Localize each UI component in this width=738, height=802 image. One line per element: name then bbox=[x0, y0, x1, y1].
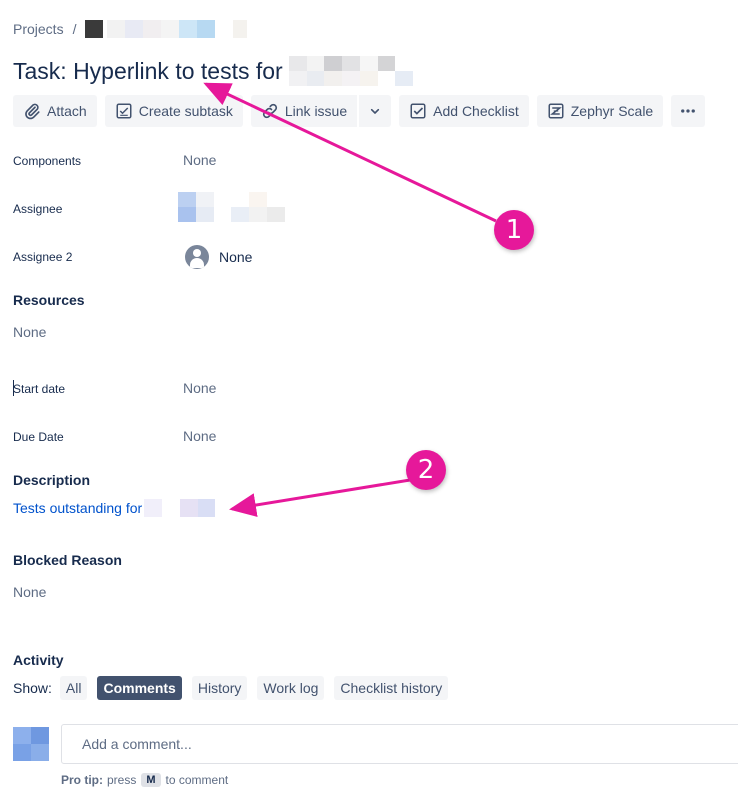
issue-title[interactable]: Task: Hyperlink to tests for bbox=[13, 56, 414, 86]
create-subtask-button[interactable]: Create subtask bbox=[104, 95, 243, 127]
comment-protip: Pro tip: press M to comment bbox=[61, 773, 228, 787]
breadcrumb-issue-key-redacted[interactable] bbox=[107, 20, 248, 38]
activity-filter-history[interactable]: History bbox=[191, 676, 248, 700]
add-checklist-label: Add Checklist bbox=[433, 103, 519, 119]
description-link[interactable]: Tests outstanding for bbox=[13, 499, 216, 517]
activity-filter-all[interactable]: All bbox=[59, 676, 88, 700]
zephyr-scale-button[interactable]: Zephyr Scale bbox=[536, 95, 664, 127]
link-issue-button[interactable]: Link issue bbox=[250, 95, 358, 127]
assignee-2-label: Assignee 2 bbox=[13, 250, 73, 264]
current-user-avatar bbox=[13, 727, 49, 761]
components-label: Components bbox=[13, 154, 82, 168]
issue-title-redacted bbox=[288, 56, 414, 86]
breadcrumb-separator: / bbox=[72, 21, 77, 37]
subtask-icon bbox=[116, 103, 132, 119]
activity-filter-checklist-history[interactable]: Checklist history bbox=[334, 676, 449, 700]
blocked-reason-value[interactable]: None bbox=[13, 584, 46, 600]
protip-bold: Pro tip: bbox=[61, 773, 103, 787]
issue-toolbar: Attach Create subtask Link issue Add Che… bbox=[13, 95, 713, 127]
components-value[interactable]: None bbox=[183, 152, 216, 168]
annotation-callout-1: 1 bbox=[494, 210, 534, 250]
description-link-text: Tests outstanding for bbox=[13, 500, 143, 516]
link-icon bbox=[262, 103, 277, 119]
protip-pre: press bbox=[107, 773, 137, 787]
assignee-2-value: None bbox=[219, 249, 253, 265]
activity-filter-row: Show: All Comments History Work log Chec… bbox=[13, 676, 458, 700]
assignee-label: Assignee bbox=[13, 202, 63, 216]
blocked-reason-heading: Blocked Reason bbox=[13, 552, 122, 568]
assignee-value-redacted[interactable] bbox=[178, 192, 303, 222]
project-avatar[interactable] bbox=[85, 20, 104, 38]
add-comment-input[interactable]: Add a comment... bbox=[61, 724, 738, 764]
description-heading: Description bbox=[13, 472, 91, 488]
resources-heading: Resources bbox=[13, 292, 85, 308]
more-icon bbox=[681, 109, 696, 113]
add-checklist-button[interactable]: Add Checklist bbox=[399, 95, 529, 127]
annotation-arrow-2 bbox=[229, 478, 411, 517]
assignee-2-field[interactable]: None bbox=[185, 245, 252, 269]
user-avatar-icon bbox=[185, 245, 209, 269]
issue-title-text: Task: Hyperlink to tests for bbox=[13, 57, 283, 84]
due-date-label: Due Date bbox=[13, 430, 64, 444]
breadcrumb-projects-link[interactable]: Projects bbox=[13, 21, 64, 37]
activity-filter-work-log[interactable]: Work log bbox=[257, 676, 325, 700]
resources-value[interactable]: None bbox=[13, 324, 46, 340]
keyboard-shortcut-key: M bbox=[141, 773, 161, 787]
activity-heading: Activity bbox=[13, 652, 64, 668]
due-date-value[interactable]: None bbox=[183, 428, 216, 444]
chevron-down-icon bbox=[371, 108, 380, 114]
description-link-redacted bbox=[144, 499, 216, 517]
link-issue-dropdown-button[interactable] bbox=[359, 95, 392, 127]
breadcrumb: Projects / bbox=[13, 20, 248, 38]
activity-filter-comments[interactable]: Comments bbox=[97, 676, 182, 700]
activity-show-label: Show: bbox=[13, 680, 52, 696]
attach-label: Attach bbox=[47, 103, 87, 119]
start-date-value[interactable]: None bbox=[183, 380, 216, 396]
checkbox-icon bbox=[410, 103, 426, 119]
zephyr-icon bbox=[548, 103, 564, 119]
link-issue-label: Link issue bbox=[284, 103, 348, 119]
create-subtask-label: Create subtask bbox=[138, 103, 233, 119]
start-date-label: Start date bbox=[13, 382, 66, 396]
paperclip-icon bbox=[25, 103, 40, 120]
annotation-callout-2: 2 bbox=[406, 450, 446, 490]
attach-button[interactable]: Attach bbox=[13, 95, 97, 127]
protip-post: to comment bbox=[165, 773, 229, 787]
zephyr-scale-label: Zephyr Scale bbox=[570, 103, 654, 119]
more-actions-button[interactable] bbox=[671, 95, 706, 127]
